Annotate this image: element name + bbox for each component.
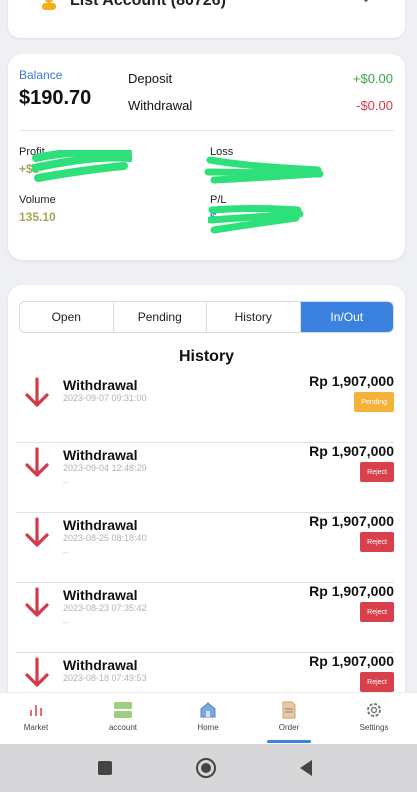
- transaction-note: –: [63, 477, 69, 487]
- status-badge: Pending: [354, 392, 394, 412]
- redaction-scribble: [204, 156, 324, 184]
- transaction-type: Withdrawal: [63, 517, 138, 533]
- transaction-row[interactable]: Withdrawal 2023-09-07 09:31:00 Rp 1,907,…: [16, 373, 394, 443]
- history-title: History: [178, 348, 235, 365]
- transaction-row[interactable]: Withdrawal 2023-08-25 08:18:40 – Rp 1,90…: [16, 513, 394, 583]
- balance-card: Balance $190.70 Deposit +$0.00 Withdrawa…: [8, 54, 405, 260]
- status-badge: Reject: [360, 462, 394, 482]
- account-cards-icon: [114, 702, 132, 718]
- transaction-datetime: 2023-08-18 07:49:53: [63, 673, 147, 683]
- back-icon[interactable]: [298, 759, 314, 777]
- transaction-note: –: [63, 547, 69, 557]
- transaction-datetime: 2023-09-04 12:48:29: [63, 463, 147, 473]
- arrow-down-icon: [25, 657, 49, 687]
- gear-icon: [367, 703, 381, 717]
- transaction-datetime: 2023-09-07 09:31:00: [63, 393, 147, 403]
- arrow-down-icon: [25, 517, 49, 547]
- transaction-amount: Rp 1,907,000: [309, 653, 394, 669]
- tab-history[interactable]: History: [207, 302, 301, 332]
- account-user-icon: [42, 0, 56, 10]
- balance-divider: [19, 130, 394, 131]
- transaction-amount: Rp 1,907,000: [309, 443, 394, 459]
- account-selector[interactable]: List Account (80726): [8, 0, 405, 38]
- active-nav-indicator: [267, 740, 311, 743]
- nav-order[interactable]: Order: [254, 693, 324, 745]
- chart-icon: [30, 705, 42, 716]
- status-badge: Reject: [360, 532, 394, 552]
- status-badge: Reject: [360, 672, 394, 692]
- nav-label: account: [108, 723, 138, 732]
- arrow-down-icon: [25, 377, 49, 407]
- nav-label: Settings: [359, 723, 389, 732]
- transaction-type: Withdrawal: [63, 587, 138, 603]
- volume-label: Volume: [19, 194, 56, 206]
- nav-label: Market: [23, 723, 49, 732]
- tab-in-out[interactable]: In/Out: [300, 302, 393, 332]
- home-icon: [200, 702, 216, 718]
- nav-label: Home: [197, 723, 219, 732]
- transaction-amount: Rp 1,907,000: [309, 513, 394, 529]
- transaction-type: Withdrawal: [63, 447, 138, 463]
- transaction-row[interactable]: Withdrawal 2023-09-04 12:48:29 – Rp 1,90…: [16, 443, 394, 513]
- status-badge: Reject: [360, 602, 394, 622]
- nav-market[interactable]: Market: [1, 693, 71, 745]
- transaction-type: Withdrawal: [63, 657, 138, 673]
- order-tabs: Open Pending History In/Out: [19, 301, 394, 333]
- bottom-nav: Market account Home Order Settings: [0, 692, 417, 744]
- transaction-datetime: 2023-08-25 08:18:40: [63, 533, 147, 543]
- withdrawal-label: Withdrawal: [128, 98, 193, 113]
- transaction-datetime: 2023-08-23 07:35:42: [63, 603, 147, 613]
- recents-icon[interactable]: [97, 760, 113, 776]
- order-doc-icon: [282, 701, 296, 719]
- tab-open[interactable]: Open: [20, 302, 114, 332]
- transaction-amount: Rp 1,907,000: [309, 373, 394, 389]
- balance-label: Balance: [19, 68, 63, 82]
- transaction-amount: Rp 1,907,000: [309, 583, 394, 599]
- balance-value: $190.70: [19, 87, 92, 109]
- arrow-down-icon: [25, 447, 49, 477]
- arrow-down-icon: [25, 587, 49, 617]
- tab-pending[interactable]: Pending: [114, 302, 207, 332]
- account-title: List Account (80726): [70, 0, 226, 9]
- transaction-row[interactable]: Withdrawal 2023-08-23 07:35:42 – Rp 1,90…: [16, 583, 394, 653]
- transaction-type: Withdrawal: [63, 377, 138, 393]
- system-nav-bar: [0, 744, 417, 792]
- deposit-label: Deposit: [128, 71, 173, 86]
- redaction-scribble: [32, 150, 132, 182]
- nav-account[interactable]: account: [88, 693, 158, 745]
- redaction-scribble: [208, 205, 304, 234]
- withdrawal-value: -$0.00: [356, 98, 393, 113]
- nav-home[interactable]: Home: [173, 693, 243, 745]
- chevron-down-icon[interactable]: [359, 0, 373, 6]
- nav-label: Order: [278, 723, 300, 732]
- home-circle-icon[interactable]: [195, 757, 217, 779]
- nav-settings[interactable]: Settings: [339, 693, 409, 745]
- deposit-value: +$0.00: [352, 71, 393, 86]
- orders-card: Open Pending History In/Out History With…: [8, 285, 405, 705]
- transaction-note: –: [63, 617, 69, 627]
- volume-value: 135.10: [19, 210, 56, 224]
